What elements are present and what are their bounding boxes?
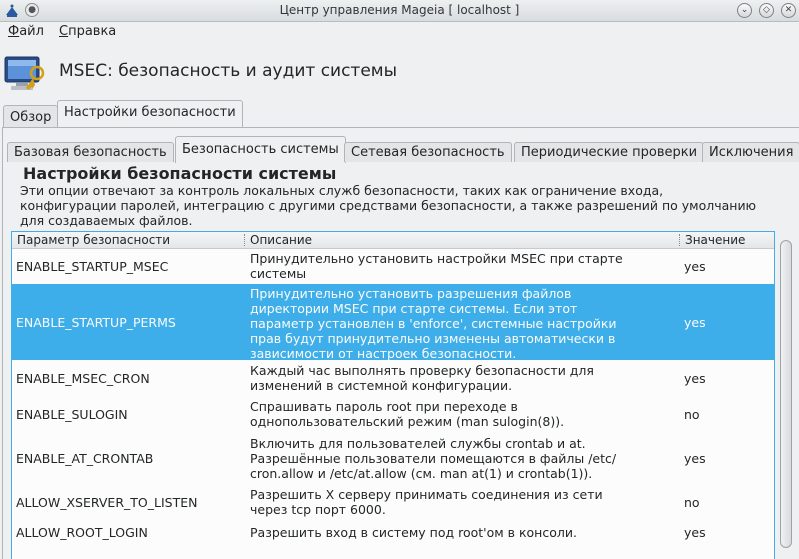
cell-param: ENABLE_STARTUP_PERMS (16, 315, 176, 330)
table-row[interactable]: ALLOW_XSERVER_TO_LISTEN Разрешить X серве… (12, 484, 774, 520)
menu-help[interactable]: Справка (59, 24, 116, 39)
table-row[interactable]: ENABLE_STARTUP_PERMS Принудительно устано… (12, 284, 774, 361)
cell-description: Принудительно установить разрешения файл… (250, 286, 670, 361)
description-line: через tcp порт 6000. (250, 502, 386, 517)
column-header-description[interactable]: Описание (250, 233, 312, 247)
main-tabbar: Обзор Настройки безопасности (0, 100, 799, 129)
cell-value[interactable]: yes (684, 315, 706, 330)
cell-value[interactable]: no (684, 495, 700, 510)
cell-value[interactable]: yes (684, 451, 706, 466)
description-line: параметр установлен в 'enforce', системн… (250, 316, 617, 331)
description-line: изменений в системной конфигурации. (250, 378, 513, 393)
header: MSEC: безопасность и аудит системы (0, 44, 799, 100)
cell-value[interactable]: yes (684, 525, 706, 540)
column-header-param[interactable]: Параметр безопасности (17, 233, 170, 247)
vertical-scrollbar[interactable] (778, 231, 795, 559)
section-description: Эти опции отвечают за контроль локальных… (20, 183, 757, 228)
cell-description: Включить для пользователей службы cronta… (250, 436, 670, 481)
cell-value[interactable]: yes (684, 259, 706, 274)
security-monitor-icon (4, 56, 45, 90)
cell-description: Разрешить вход в систему под root'ом в к… (250, 525, 670, 540)
window-title: Центр управления Mageia [ localhost ] (279, 3, 520, 17)
cell-param: ENABLE_SULOGIN (16, 407, 128, 422)
description-line: прав будут принудительно изменены автома… (250, 331, 616, 346)
cell-description: Разрешить X серверу принимать соединения… (250, 487, 670, 517)
cell-param: ALLOW_ROOT_LOGIN (16, 525, 148, 540)
description-line: директории MSEC при старте системы. Если… (250, 301, 578, 316)
description-line: зависимости от настроек безопасности. (250, 346, 517, 361)
cell-param: ALLOW_XSERVER_TO_LISTEN (16, 495, 198, 510)
tab-periodic-checks[interactable]: Периодические проверки (514, 142, 705, 162)
scrollbar-thumb[interactable] (780, 240, 792, 548)
description-line: Каждый час выполнять проверку безопаснос… (250, 363, 594, 378)
description-line: cron.allow и /etc/at.allow (см. man at(1… (250, 466, 593, 481)
page-title: MSEC: безопасность и аудит системы (59, 61, 398, 81)
tab-basic-security[interactable]: Базовая безопасность (7, 142, 174, 162)
description-line: Разрешить вход в систему под root'ом в к… (250, 525, 577, 540)
tab-network-security[interactable]: Сетевая безопасность (344, 142, 512, 162)
cell-value[interactable]: yes (684, 371, 706, 386)
tab-exceptions[interactable]: Исключения (702, 142, 799, 162)
tab-security-settings[interactable]: Настройки безопасности (57, 100, 243, 127)
column-header-value[interactable]: Значение (685, 233, 745, 247)
table-row[interactable]: ENABLE_STARTUP_MSEC Принудительно установ… (12, 249, 774, 283)
cell-description: Каждый час выполнять проверку безопаснос… (250, 363, 670, 393)
maximize-icon[interactable]: ◇ (759, 3, 774, 18)
section-title: Настройки безопасности системы (23, 164, 337, 183)
table-header: Параметр безопасности Описание Значение (12, 232, 774, 249)
cell-description: Принудительно установить настройки MSEC … (250, 251, 670, 281)
cell-param: ENABLE_MSEC_CRON (16, 371, 150, 386)
description-line: Спрашивать пароль root при переходе в (250, 399, 518, 414)
table-row[interactable]: ENABLE_SULOGIN Спрашивать пароль root при… (12, 396, 774, 432)
description-line: однопользовательский режим (man sulogin(… (250, 414, 565, 429)
table-row[interactable]: ENABLE_AT_CRONTAB Включить для пользовате… (12, 433, 774, 483)
description-line: Принудительно установить настройки MSEC … (250, 251, 623, 266)
description-line: Разрешённые пользователи помещаются в фа… (250, 451, 617, 466)
cell-description: Спрашивать пароль root при переходе в одн… (250, 399, 670, 429)
menubar: Файл Справка (0, 22, 799, 42)
cell-value[interactable]: no (684, 407, 700, 422)
description-line: Включить для пользователей службы cronta… (250, 436, 586, 451)
sub-tabbar: Базовая безопасность Безопасность систем… (5, 136, 799, 163)
cell-param: ENABLE_STARTUP_MSEC (16, 259, 169, 274)
cell-param: ENABLE_AT_CRONTAB (16, 451, 154, 466)
table-row[interactable]: ALLOW_ROOT_LOGIN Разрешить вход в систему… (12, 521, 774, 543)
tab-system-security[interactable]: Безопасность системы (175, 136, 346, 163)
minimize-icon[interactable]: ⌄ (737, 3, 752, 18)
tab-overview[interactable]: Обзор (3, 105, 59, 129)
menu-file[interactable]: Файл (8, 24, 44, 39)
description-line: Принудительно установить разрешения файл… (250, 286, 572, 301)
description-line: системы (250, 266, 307, 281)
description-line: Разрешить X серверу принимать соединения… (250, 487, 603, 502)
table-row[interactable]: ENABLE_MSEC_CRON Каждый час выполнять про… (12, 361, 774, 395)
window-titlebar[interactable]: ● Центр управления Mageia [ localhost ] … (0, 0, 799, 22)
security-options-table[interactable]: Параметр безопасности Описание Значение … (11, 231, 775, 559)
close-icon[interactable]: ✕ (781, 3, 796, 18)
security-settings-panel: Базовая безопасность Безопасность систем… (2, 127, 799, 559)
